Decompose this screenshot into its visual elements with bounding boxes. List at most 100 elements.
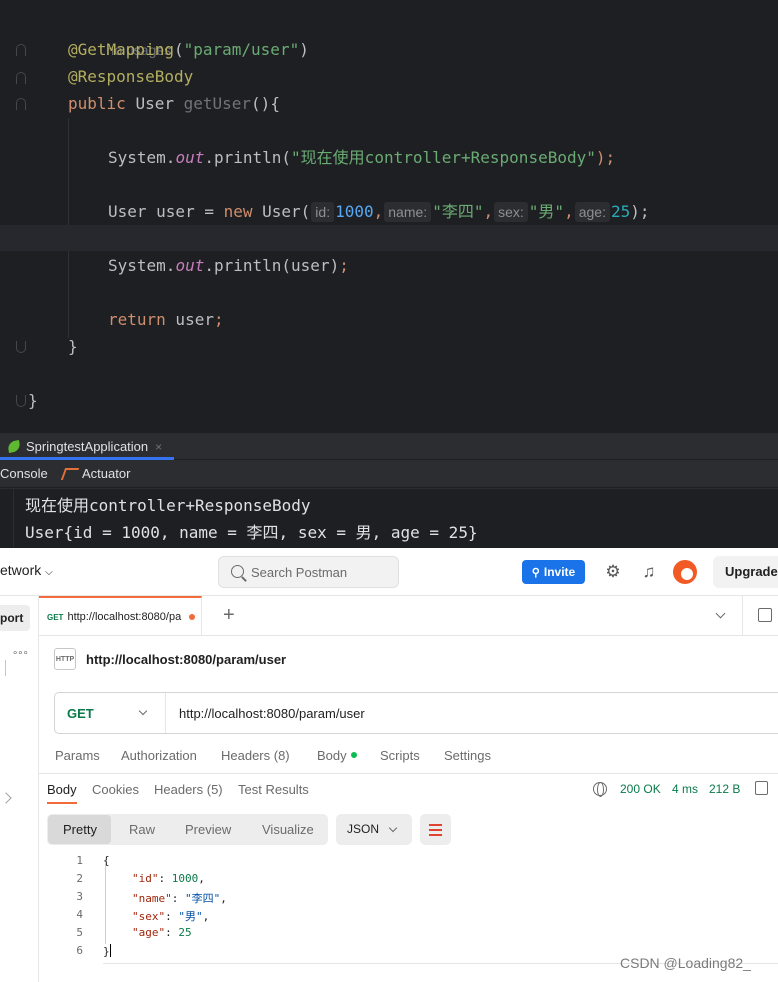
string-literal: "param/user" [183,40,300,59]
json-brace: { [103,854,110,867]
upgrade-button[interactable]: Upgrade [713,556,778,588]
workspace-name: etwork [0,562,42,578]
code-token: , [373,202,384,221]
string-literal: "男" [528,202,565,221]
response-tab-headers[interactable]: Headers (5) [154,782,223,797]
globe-icon[interactable] [593,782,607,797]
chevron-down-icon [388,823,398,833]
code-token: User( [252,202,311,221]
json-comma: , [198,872,205,885]
postman-header: etwork ⌵ Search Postman ⚲ Invite ⚙ ♫ Upg… [0,548,778,596]
close-icon[interactable]: × [155,440,162,454]
search-input[interactable]: Search Postman [218,556,399,588]
param-hint: age: [574,202,610,222]
code-line-close-class: } [0,388,778,414]
method-select[interactable]: GET [55,693,166,733]
code-token: ; [339,256,349,275]
unsaved-indicator [189,614,196,620]
code-line-println-1: System.out.println("现在使用controller+Respo… [0,145,778,171]
code-line-println-2: System.out.println(user); [0,253,778,279]
import-button[interactable]: port [0,605,30,631]
response-tab-test-results[interactable]: Test Results [238,782,309,797]
response-tab-body[interactable]: Body [47,782,77,797]
status-code[interactable]: 200 OK [620,782,661,796]
tab-params[interactable]: Params [55,748,100,763]
url-input[interactable]: http://localhost:8080/param/user [166,706,365,721]
console-line: User{id = 1000, name = 李四, sex = 男, age … [25,523,478,542]
tab-authorization[interactable]: Authorization [121,748,197,763]
chevron-right-icon[interactable] [0,792,12,804]
invite-button[interactable]: ⚲ Invite [522,560,585,584]
json-colon: : [165,926,179,939]
code-token: , [483,202,494,221]
response-time[interactable]: 4 ms [672,782,698,796]
keyword: new [223,202,253,221]
json-value: 25 [178,926,192,939]
code-line-close-method: } [0,334,778,360]
tab-headers[interactable]: Headers (8) [221,748,290,763]
format-visualize[interactable]: Visualize [262,814,314,845]
response-tab-cookies[interactable]: Cookies [92,782,139,797]
http-icon: HTTP [54,648,76,670]
chevron-down-icon[interactable] [715,608,726,619]
language-select[interactable]: JSON [336,814,412,845]
save-response-icon[interactable] [755,781,768,795]
code-line-user-decl: User user = new User(id: 1000, name: "李四", s… [0,199,778,225]
avatar[interactable] [673,560,697,584]
json-line: } [103,944,111,958]
param-hint: name: [384,202,432,222]
code-token: System. [108,256,176,275]
format-pretty[interactable]: Pretty [63,814,97,845]
request-name[interactable]: http://localhost:8080/param/user [86,652,286,667]
tab-scripts[interactable]: Scripts [380,748,420,763]
no-environment-icon[interactable] [758,608,772,622]
left-sidebar: port ∘∘∘ [0,596,39,982]
string-literal: "现在使用controller+ResponseBody" [291,148,596,167]
indent-guide [105,864,106,944]
json-comma: , [220,892,227,905]
usages-hint[interactable]: no usages [0,11,778,58]
request-tab[interactable]: GET http://localhost:8080/pa [39,596,202,636]
new-tab-button[interactable]: + [223,604,235,627]
code-token: System. [108,148,176,167]
keyword: public [68,94,126,113]
console-line: 现在使用controller+ResponseBody [25,496,311,515]
tab-springtest-application[interactable]: SpringtestApplication × [0,433,162,460]
gear-icon[interactable]: ⚙ [603,562,623,582]
more-icon[interactable]: ∘∘∘ [12,648,29,659]
json-colon: : [165,910,179,923]
workspace-switcher[interactable]: etwork ⌵ [0,562,53,578]
line-number: 1 [76,854,83,867]
format-raw[interactable]: Raw [129,814,155,845]
request-title: HTTP http://localhost:8080/param/user [54,648,286,670]
bell-icon[interactable]: ♫ [639,562,659,582]
tab-body[interactable]: Body [317,748,357,763]
format-preview[interactable]: Preview [185,814,231,845]
response-size[interactable]: 212 B [709,782,740,796]
paren: ) [299,40,309,59]
console-output[interactable]: 现在使用controller+ResponseBody User{id = 10… [0,489,778,548]
request-tab-strip: GET http://localhost:8080/pa + [39,596,778,636]
code-line-responsebody: @ResponseBody [0,64,778,90]
json-value: 1000 [171,872,199,885]
json-key: "id" [132,872,159,885]
code-line-return: return user; [0,307,778,333]
tab-console[interactable]: Console [0,460,48,488]
code-token: out [175,148,205,167]
json-colon: : [171,892,185,905]
current-line-highlight [0,225,778,251]
code-token: } [68,337,78,356]
json-line: "age": 25 [132,926,192,939]
tab-settings[interactable]: Settings [444,748,491,763]
json-value: "李四" [185,892,221,905]
wrap-lines-icon[interactable] [420,814,451,845]
json-line: "sex": "男", [132,908,209,924]
json-key: "name" [132,892,172,905]
format-toggle: Pretty Raw Preview Visualize [47,814,328,845]
json-line: "id": 1000, [132,872,205,885]
code-token: .println( [204,148,292,167]
tab-actuator[interactable]: Actuator [62,460,130,488]
code-editor[interactable]: no usages @GetMapping("param/user") @Res… [0,0,778,433]
type-name: User [135,94,174,113]
param-hint: id: [311,202,335,222]
